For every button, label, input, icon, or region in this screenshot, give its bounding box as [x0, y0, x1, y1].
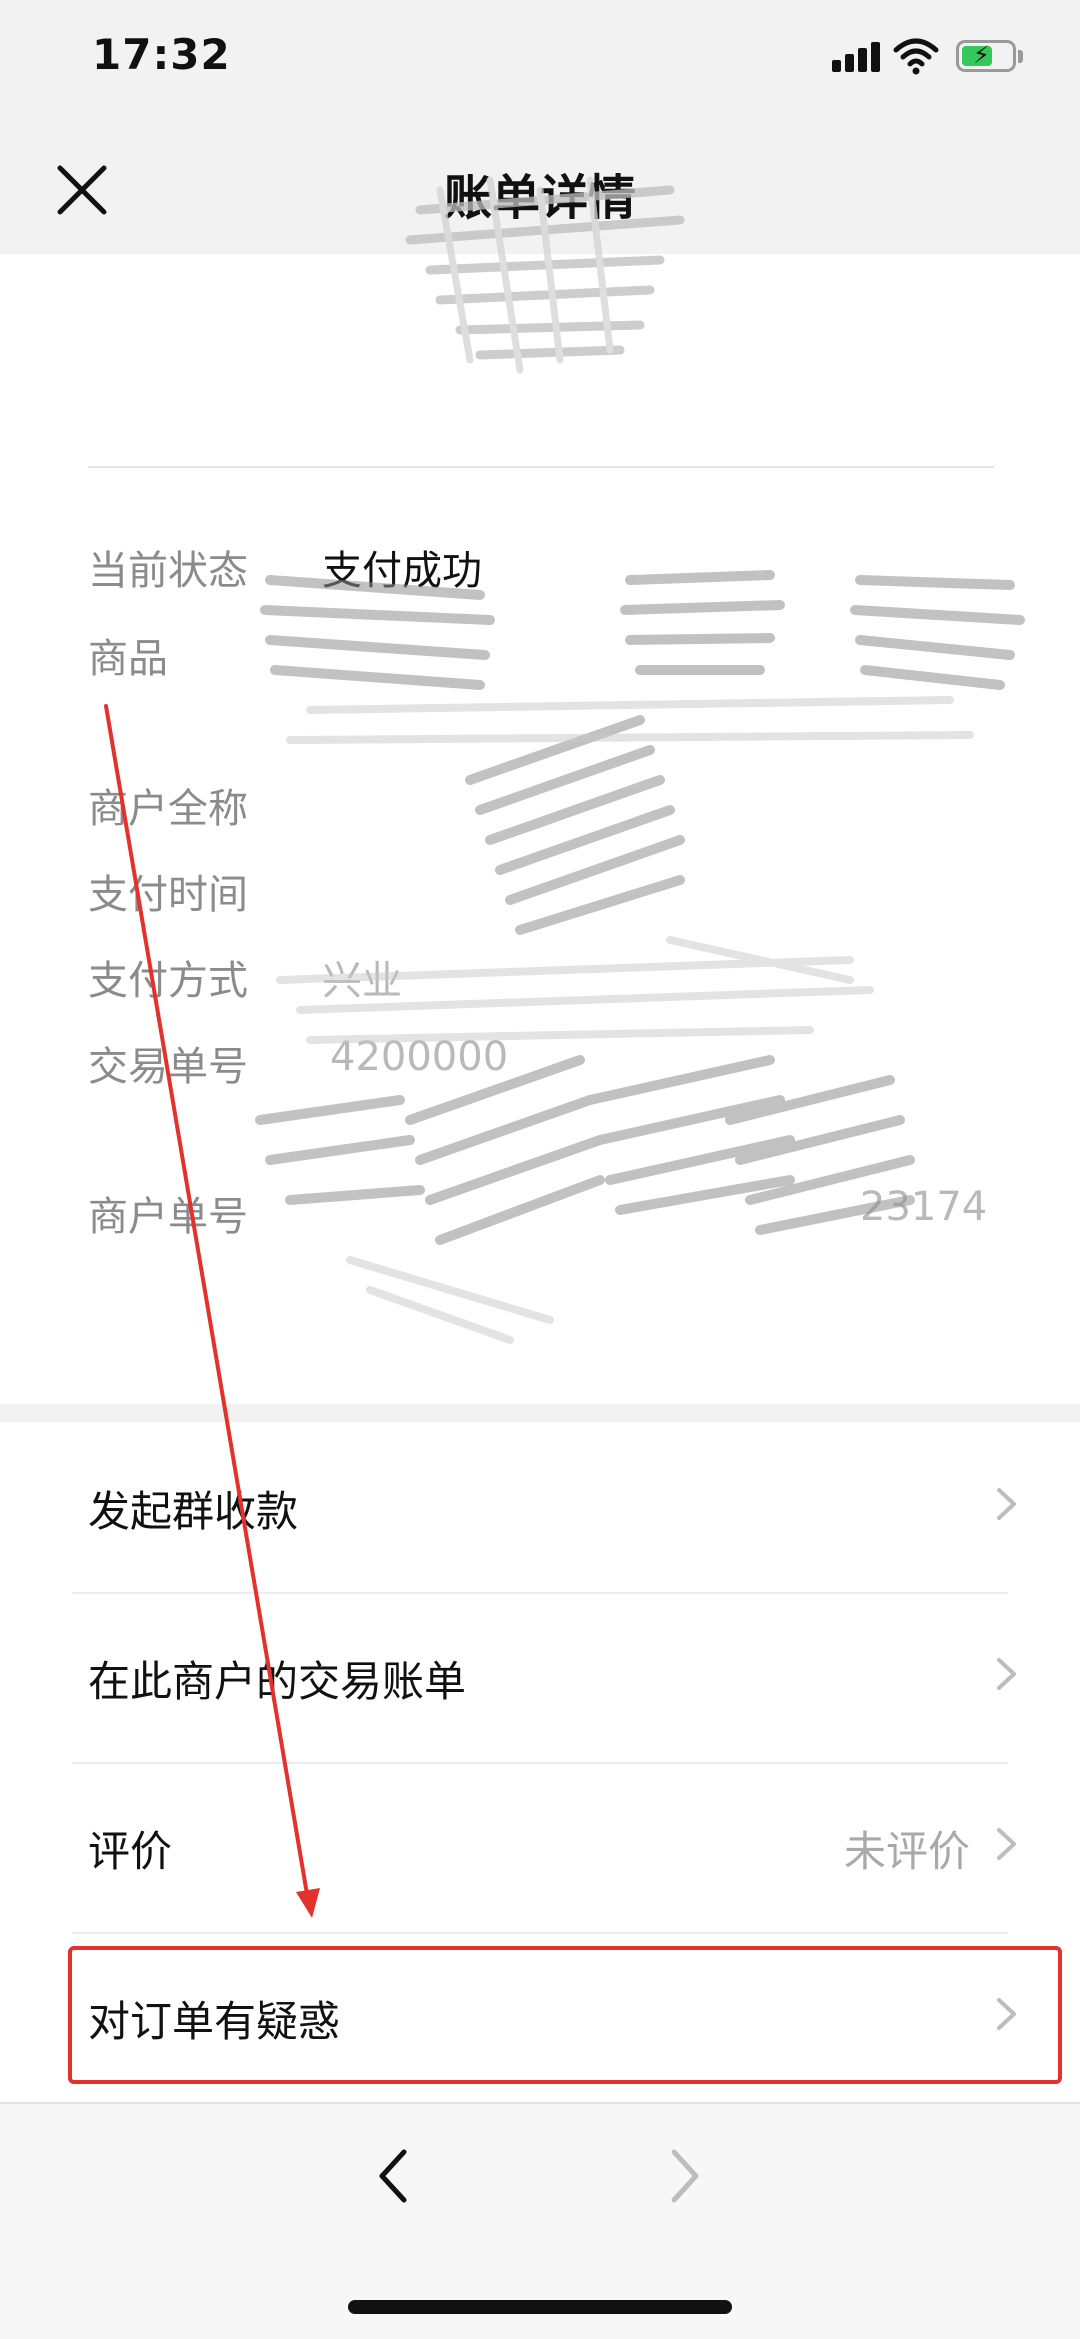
- chevron-right-icon: [997, 1488, 1016, 1520]
- battery-charging-icon: ⚡: [956, 40, 1016, 72]
- rating-row[interactable]: 评价 未评价: [0, 1762, 1080, 1932]
- pay-time-label: 支付时间: [88, 872, 248, 918]
- pay-method-label: 支付方式: [88, 958, 248, 1004]
- divider: [88, 466, 994, 468]
- battery-cap: [1018, 50, 1023, 63]
- merchant-bills-row[interactable]: 在此商户的交易账单: [0, 1592, 1080, 1762]
- chevron-right-icon: [997, 1658, 1016, 1690]
- chevron-right-icon[interactable]: [664, 2144, 706, 2208]
- transaction-no-label: 交易单号: [88, 1044, 248, 1090]
- annotation-highlight-box: [68, 1946, 1062, 2084]
- redaction-scribble: [405, 176, 685, 374]
- section-gap: [0, 1404, 1080, 1422]
- product-label: 商品: [88, 636, 168, 682]
- group-collect-label: 发起群收款: [88, 1487, 299, 1536]
- status-time: 17:32: [92, 30, 231, 79]
- merchant-label: 商户全称: [88, 786, 248, 832]
- merchant-order-label: 商户单号: [88, 1194, 248, 1240]
- home-indicator[interactable]: [348, 2300, 732, 2314]
- group-collect-row[interactable]: 发起群收款: [0, 1422, 1080, 1592]
- signal-bars-icon: [832, 42, 880, 72]
- chevron-left-icon[interactable]: [372, 2144, 414, 2208]
- rating-value: 未评价: [843, 1827, 970, 1876]
- status-label: 当前状态: [88, 548, 248, 594]
- chevron-right-icon: [997, 1828, 1016, 1860]
- rating-label: 评价: [88, 1827, 173, 1876]
- merchant-bills-label: 在此商户的交易账单: [88, 1657, 467, 1706]
- redaction-scribble: [255, 570, 1025, 1344]
- wifi-icon: [893, 38, 939, 75]
